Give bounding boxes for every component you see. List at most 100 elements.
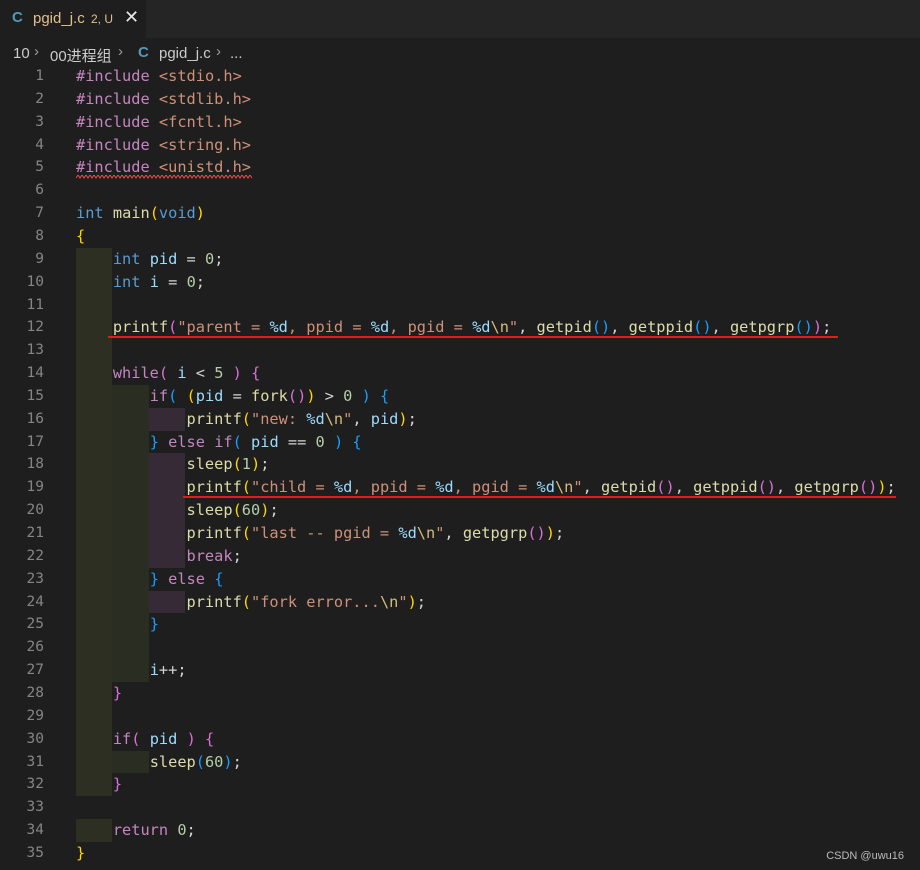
code-line[interactable]: 6 xyxy=(0,179,920,202)
line-number: 25 xyxy=(26,616,44,633)
line-number: 35 xyxy=(26,844,44,861)
code-text: if( pid ) { xyxy=(112,729,215,748)
line-number: 29 xyxy=(26,707,44,724)
code-text: return 0; xyxy=(112,821,196,840)
code-text: } xyxy=(112,775,123,794)
code-text: sleep(1); xyxy=(186,455,270,474)
code-line[interactable]: 14 while( i < 5 ) { xyxy=(0,362,920,385)
line-number: 21 xyxy=(26,525,44,541)
chevron-right-icon: › xyxy=(216,43,221,60)
breadcrumb: 10 › 00进程组 › C pgid_j.c › ... xyxy=(0,40,920,66)
line-number: 27 xyxy=(26,662,44,679)
close-icon[interactable]: ✕ xyxy=(124,7,139,28)
code-line[interactable]: 18 sleep(1); xyxy=(0,453,920,476)
code-line[interactable]: 2 #include <stdlib.h> xyxy=(0,88,920,111)
line-number: 10 xyxy=(26,273,44,290)
code-line[interactable]: 27 i++; xyxy=(0,659,920,682)
line-number: 8 xyxy=(35,227,44,244)
breadcrumb-folder-process-group[interactable]: 00进程组 xyxy=(50,45,112,66)
tab-status-badge: 2, U xyxy=(91,12,114,26)
code-line[interactable]: 33 xyxy=(0,796,920,819)
line-number: 17 xyxy=(26,433,44,450)
code-line[interactable]: 31 sleep(60); xyxy=(0,751,920,774)
red-annotation-underline xyxy=(183,496,896,499)
line-number: 1 xyxy=(35,68,44,84)
c-language-icon: C xyxy=(12,9,23,26)
line-number: 15 xyxy=(26,387,44,404)
code-text: #include <fcntl.h> xyxy=(76,112,242,131)
line-number: 6 xyxy=(35,182,44,199)
line-number: 22 xyxy=(26,547,44,564)
line-number: 32 xyxy=(26,776,44,793)
code-line[interactable]: 15 if( (pid = fork()) > 0 ) { xyxy=(0,385,920,408)
code-line[interactable]: 32 } xyxy=(0,773,920,796)
breadcrumb-file[interactable]: pgid_j.c xyxy=(159,45,211,62)
line-number: 31 xyxy=(26,753,44,770)
code-text: printf("fork error...\n"); xyxy=(186,592,427,611)
code-text: printf("last -- pgid = %d\n", getpgrp())… xyxy=(186,524,565,542)
code-text: i++; xyxy=(149,661,187,680)
code-line[interactable]: 21 printf("last -- pgid = %d\n", getpgrp… xyxy=(0,522,920,545)
code-text: int i = 0; xyxy=(112,272,205,291)
code-line[interactable]: 8{ xyxy=(0,225,920,248)
code-line[interactable]: 20 sleep(60); xyxy=(0,499,920,522)
line-number: 18 xyxy=(26,456,44,473)
line-number: 11 xyxy=(26,296,44,313)
code-text: } xyxy=(76,843,86,862)
code-text: while( i < 5 ) { xyxy=(112,364,261,383)
code-text: #include <stdlib.h> xyxy=(76,89,251,108)
line-number: 2 xyxy=(35,90,44,107)
line-number: 33 xyxy=(26,799,44,816)
line-number: 19 xyxy=(26,479,44,496)
line-number: 34 xyxy=(26,822,44,839)
code-line[interactable]: 4 #include <string.h> xyxy=(0,134,920,157)
code-line[interactable]: 30 if( pid ) { xyxy=(0,728,920,751)
code-line[interactable]: 24 printf("fork error...\n"); xyxy=(0,591,920,614)
red-annotation-underline xyxy=(108,336,838,339)
code-line[interactable]: 29 xyxy=(0,705,920,728)
code-editor[interactable]: 1 #include <stdio.h> 2 #include <stdlib.h> 3… xyxy=(0,64,920,870)
code-text: } else { xyxy=(149,569,224,588)
code-text: break; xyxy=(186,546,242,565)
line-number: 16 xyxy=(26,410,44,427)
code-line[interactable]: 10 int i = 0; xyxy=(0,271,920,294)
line-number: 14 xyxy=(26,365,44,382)
line-number: 12 xyxy=(26,319,44,336)
code-text: } xyxy=(149,615,159,634)
code-line[interactable]: 17 } else if( pid == 0 ) { xyxy=(0,431,920,454)
code-line[interactable]: 1 #include <stdio.h> xyxy=(0,65,920,88)
c-language-icon: C xyxy=(138,44,149,61)
code-text: int main(void) xyxy=(76,204,205,223)
code-text: #include <string.h> xyxy=(76,135,251,154)
breadcrumb-more[interactable]: ... xyxy=(230,45,243,62)
code-line[interactable]: 26 xyxy=(0,636,920,659)
code-line[interactable]: 7 int main(void) xyxy=(0,202,920,225)
line-number: 24 xyxy=(26,593,44,610)
code-line[interactable]: 23 } else { xyxy=(0,568,920,591)
tab-filename: pgid_j.c xyxy=(33,10,85,27)
code-line[interactable]: 16 printf("new: %d\n", pid); xyxy=(0,408,920,431)
code-line[interactable]: 25 } xyxy=(0,613,920,636)
watermark: CSDN @uwu16 xyxy=(826,850,904,862)
code-line[interactable]: 3 #include <fcntl.h> xyxy=(0,111,920,134)
chevron-right-icon: › xyxy=(118,43,123,60)
code-line[interactable]: 28 } xyxy=(0,682,920,705)
tab-bar: C pgid_j.c 2, U ✕ xyxy=(0,0,920,38)
line-number: 30 xyxy=(26,730,44,747)
line-number: 23 xyxy=(26,570,44,587)
code-line[interactable]: 34 return 0; xyxy=(0,819,920,842)
error-squiggle xyxy=(76,175,252,180)
breadcrumb-folder-10[interactable]: 10 xyxy=(13,45,30,62)
code-line[interactable]: 13 xyxy=(0,339,920,362)
code-text: sleep(60); xyxy=(186,501,279,520)
code-line[interactable]: 35} xyxy=(0,842,920,865)
code-line[interactable]: 11 xyxy=(0,294,920,317)
line-number: 26 xyxy=(26,639,44,656)
code-text: #include <stdio.h> xyxy=(76,67,242,85)
line-number: 4 xyxy=(35,136,44,153)
tab-pgid-j-c[interactable]: C pgid_j.c 2, U ✕ xyxy=(0,0,147,38)
code-line[interactable]: 9 int pid = 0; xyxy=(0,248,920,271)
line-number: 28 xyxy=(26,684,44,701)
code-line[interactable]: 22 break; xyxy=(0,545,920,568)
code-text: } xyxy=(112,683,123,702)
